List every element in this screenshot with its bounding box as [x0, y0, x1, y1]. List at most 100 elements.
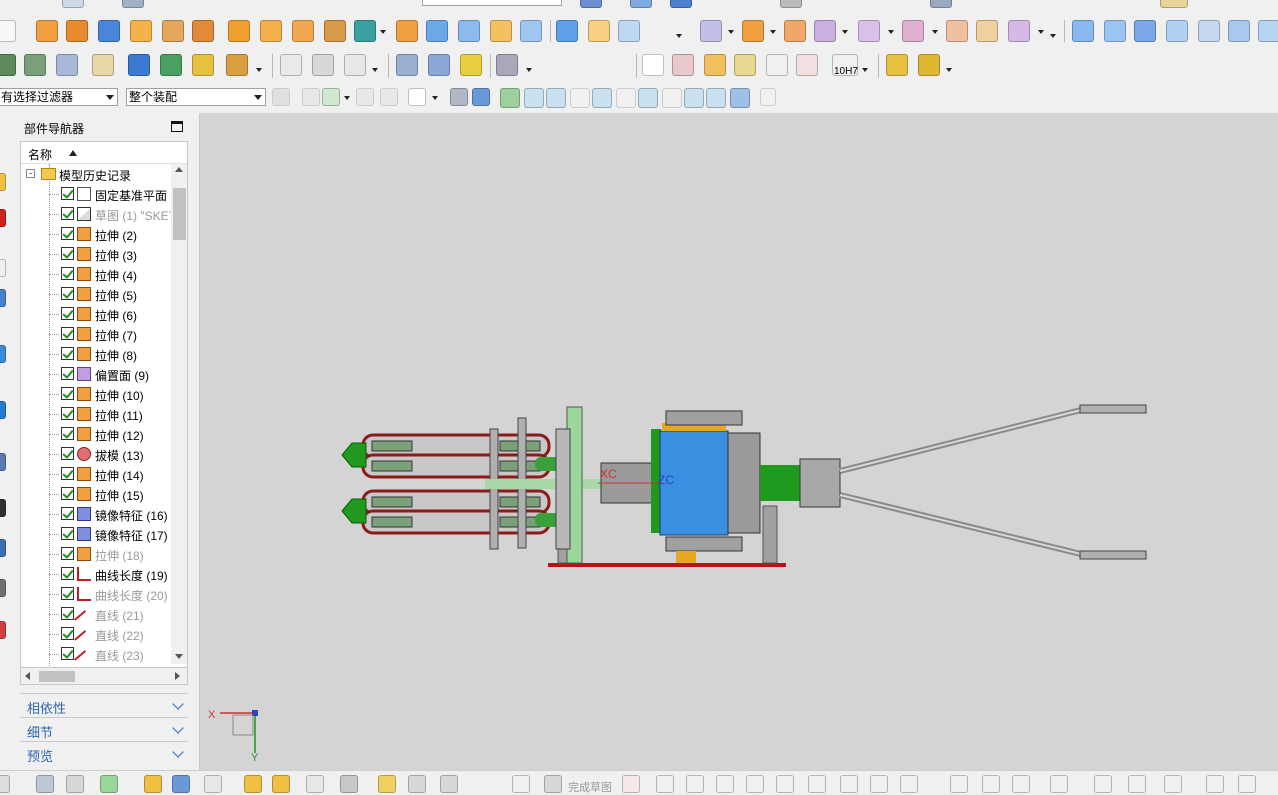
toolbar-button[interactable]	[580, 0, 602, 8]
toolbar-button[interactable]	[440, 775, 458, 793]
surface-icon[interactable]	[1072, 20, 1094, 42]
tree-row[interactable]: 拉伸 (4)	[21, 264, 171, 284]
dropdown-arrow[interactable]	[888, 30, 894, 34]
sort-ascending-icon[interactable]	[69, 150, 77, 156]
line-icon[interactable]	[656, 775, 674, 793]
sync-pull-icon[interactable]	[742, 20, 764, 42]
dropdown-arrow[interactable]	[380, 30, 386, 34]
snap-intersect-icon[interactable]	[592, 88, 612, 108]
collapse-icon[interactable]: -	[26, 169, 35, 178]
resource-assembly-icon[interactable]	[0, 173, 6, 191]
select-point-icon[interactable]	[356, 88, 374, 106]
shell-icon[interactable]	[490, 20, 512, 42]
toolbar-button[interactable]	[62, 0, 84, 8]
tree-row[interactable]: 镜像特征 (16)	[21, 504, 171, 524]
sync-copy-icon[interactable]	[976, 20, 998, 42]
dropdown-arrow[interactable]	[432, 96, 438, 100]
assembly-icon[interactable]	[0, 54, 16, 76]
toolbar-button[interactable]	[272, 775, 290, 793]
toolbar-button[interactable]	[122, 0, 144, 8]
visibility-checkbox[interactable]	[61, 647, 74, 660]
corner-icon[interactable]	[1012, 775, 1030, 793]
snap-curve-icon[interactable]	[570, 88, 590, 108]
tree-row[interactable]: 固定基准平面	[21, 184, 171, 204]
tree-root[interactable]: - 模型历史记录	[21, 164, 171, 184]
tool-icon[interactable]	[160, 54, 182, 76]
dropdown-arrow[interactable]	[526, 68, 532, 72]
snap-quadrant-icon[interactable]	[662, 88, 682, 108]
sync-group-icon[interactable]	[946, 20, 968, 42]
toolbar-combo[interactable]	[422, 0, 562, 6]
dropdown-arrow[interactable]	[1038, 30, 1044, 34]
edge-icon[interactable]	[618, 20, 640, 42]
extend-curve-icon[interactable]	[982, 775, 1000, 793]
hole-icon[interactable]	[228, 20, 250, 42]
trim-curve-icon[interactable]	[950, 775, 968, 793]
sync-move-icon[interactable]	[700, 20, 722, 42]
visibility-checkbox[interactable]	[61, 487, 74, 500]
toolbar-button[interactable]	[670, 0, 692, 8]
dimension-icon[interactable]	[796, 54, 818, 76]
table-insert-icon[interactable]	[704, 54, 726, 76]
snap-face-icon[interactable]	[730, 88, 750, 108]
resource-system-icon[interactable]	[0, 579, 6, 597]
visibility-checkbox[interactable]	[61, 607, 74, 620]
wrench-icon[interactable]	[128, 54, 150, 76]
datum-icon[interactable]	[344, 54, 366, 76]
tree-row[interactable]: 拉伸 (2)	[21, 224, 171, 244]
chevron-down-icon[interactable]	[172, 698, 184, 710]
select-move-icon[interactable]	[302, 88, 320, 106]
chevron-down-icon[interactable]	[172, 746, 184, 758]
unite-icon[interactable]	[324, 20, 346, 42]
toolbar-button[interactable]	[340, 775, 358, 793]
dropdown-arrow[interactable]	[256, 68, 262, 72]
resource-history-icon[interactable]	[0, 401, 6, 419]
tree-row[interactable]: 拉伸 (8)	[21, 344, 171, 364]
sync-offset-icon[interactable]	[858, 20, 880, 42]
spring-icon[interactable]	[396, 54, 418, 76]
snap-existing-icon[interactable]	[684, 88, 704, 108]
visibility-checkbox[interactable]	[61, 207, 74, 220]
tree-row[interactable]: 拉伸 (5)	[21, 284, 171, 304]
gear-tool-icon[interactable]	[496, 54, 518, 76]
inferred-icon[interactable]	[1238, 775, 1256, 793]
sketch-task-icon[interactable]	[512, 775, 530, 793]
toolbar-button[interactable]	[378, 775, 396, 793]
toolbar-button[interactable]	[66, 775, 84, 793]
sync-delete-icon[interactable]	[784, 20, 806, 42]
visibility-checkbox[interactable]	[61, 467, 74, 480]
body-select-icon[interactable]	[450, 88, 468, 106]
grid-icon[interactable]	[672, 54, 694, 76]
resource-tool-icon[interactable]	[0, 499, 6, 517]
rectangle-tool-icon[interactable]	[0, 20, 16, 42]
assembly-combo[interactable]: 整个装配	[126, 88, 266, 106]
resource-clock-icon[interactable]	[0, 453, 6, 471]
cylinder-icon[interactable]	[66, 20, 88, 42]
fill-surface-icon[interactable]	[1258, 20, 1278, 42]
visibility-checkbox[interactable]	[61, 567, 74, 580]
pattern-icon[interactable]	[260, 20, 282, 42]
tree-row[interactable]: 拉伸 (11)	[21, 404, 171, 424]
toolbar-button[interactable]	[244, 775, 262, 793]
tree-row[interactable]: 拉伸 (3)	[21, 244, 171, 264]
sync-resize-icon[interactable]	[902, 20, 924, 42]
fillet-icon[interactable]	[746, 775, 764, 793]
tree-row[interactable]: 偏置面 (9)	[21, 364, 171, 384]
snap-point-icon[interactable]	[500, 88, 520, 108]
visibility-checkbox[interactable]	[61, 507, 74, 520]
dropdown-arrow[interactable]	[1050, 34, 1056, 38]
visibility-checkbox[interactable]	[61, 327, 74, 340]
resource-role-icon[interactable]	[0, 539, 6, 557]
note-icon[interactable]	[92, 54, 114, 76]
select-filter-icon[interactable]	[322, 88, 340, 106]
toolbar-button[interactable]	[36, 775, 54, 793]
table-icon[interactable]	[56, 54, 78, 76]
sync-mirror-icon[interactable]	[1008, 20, 1030, 42]
scroll-right-icon[interactable]	[175, 672, 180, 680]
face-icon[interactable]	[396, 20, 418, 42]
toolbar-button[interactable]	[172, 775, 190, 793]
panel-preview[interactable]: 预览	[20, 741, 188, 764]
scroll-up-icon[interactable]	[175, 167, 183, 172]
tree-row[interactable]: 曲线长度 (19)	[21, 564, 171, 584]
screw-icon[interactable]	[428, 54, 450, 76]
